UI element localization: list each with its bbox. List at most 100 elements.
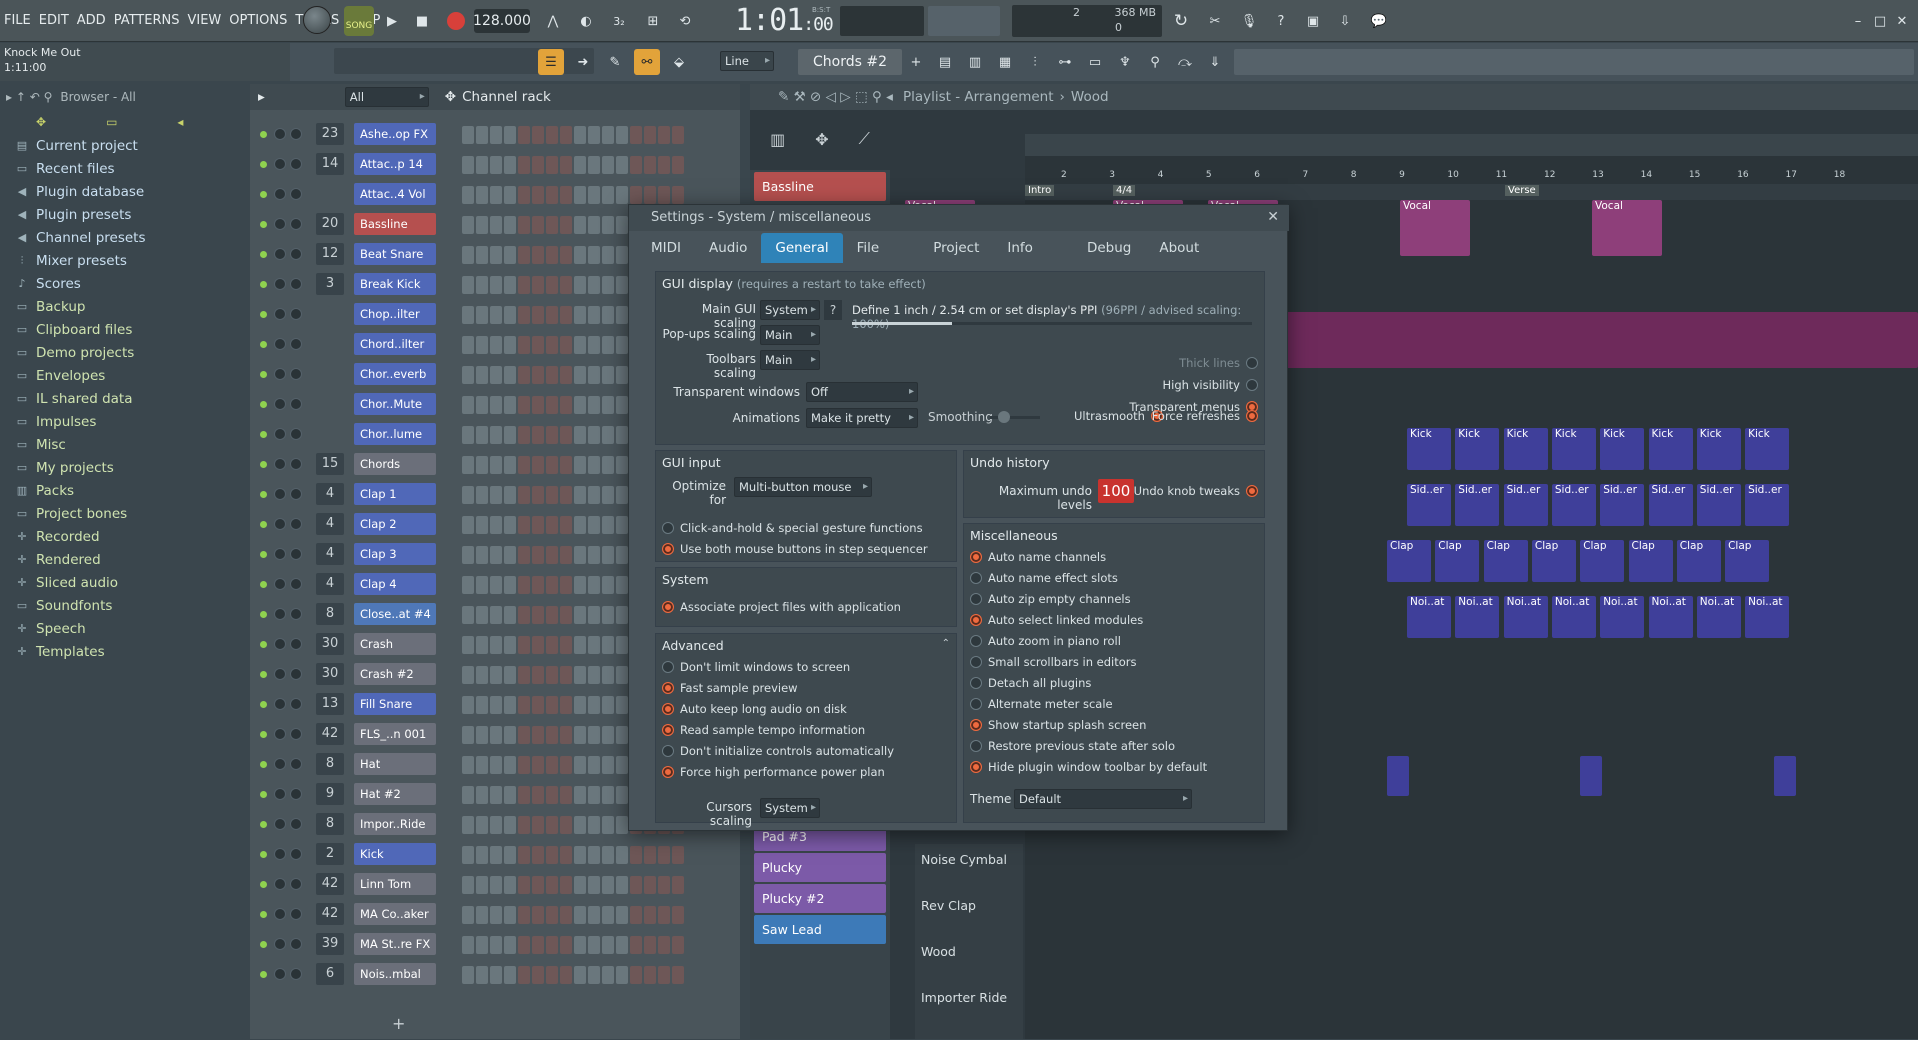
- step-button[interactable]: [546, 726, 558, 744]
- step-button[interactable]: [574, 936, 586, 954]
- thick-lines-radio[interactable]: [1246, 357, 1258, 369]
- step-button[interactable]: [462, 516, 474, 534]
- step-button[interactable]: [504, 876, 516, 894]
- step-button[interactable]: [616, 186, 628, 204]
- maximize-icon[interactable]: □: [1870, 8, 1890, 34]
- sidechain-clip[interactable]: Sid..er: [1407, 484, 1451, 526]
- pan-knob[interactable]: [274, 338, 286, 350]
- ultrasmooth-option[interactable]: Ultrasmooth: [1074, 409, 1163, 423]
- pan-knob[interactable]: [274, 668, 286, 680]
- step-button[interactable]: [462, 936, 474, 954]
- step-button[interactable]: [588, 786, 600, 804]
- step-button[interactable]: [518, 666, 530, 684]
- kick-clip[interactable]: Kick: [1696, 428, 1741, 470]
- volume-knob[interactable]: [290, 398, 302, 410]
- browser-item[interactable]: ♪ Scores: [0, 272, 240, 295]
- misc-radio[interactable]: [970, 551, 982, 563]
- step-button[interactable]: [532, 426, 544, 444]
- step-button[interactable]: [588, 276, 600, 294]
- channel-name-button[interactable]: Crash: [354, 633, 436, 655]
- pattern-item[interactable]: Saw Lead: [754, 915, 886, 944]
- mute-led[interactable]: [260, 461, 267, 468]
- mute-led[interactable]: [260, 521, 267, 528]
- browser-item[interactable]: ◀ Channel presets: [0, 226, 240, 249]
- step-button[interactable]: [532, 726, 544, 744]
- channel-name-button[interactable]: Clap 3: [354, 543, 436, 565]
- channel-name-button[interactable]: Break Kick: [354, 273, 436, 295]
- cut-icon[interactable]: ✂: [1202, 8, 1228, 34]
- step-button[interactable]: [476, 486, 488, 504]
- channel-name-button[interactable]: Crash #2: [354, 663, 436, 685]
- step-button[interactable]: [546, 456, 558, 474]
- step-button[interactable]: [532, 906, 544, 924]
- step-button[interactable]: [462, 966, 474, 984]
- channel-name-button[interactable]: Chor..everb: [354, 363, 436, 385]
- step-button[interactable]: [560, 366, 572, 384]
- step-button[interactable]: [602, 816, 614, 834]
- step-sequencer[interactable]: [462, 876, 732, 894]
- rack-swing-icon[interactable]: ✥: [445, 89, 456, 105]
- step-button[interactable]: [546, 516, 558, 534]
- mixer-track-number[interactable]: 4: [316, 483, 344, 505]
- step-button[interactable]: [574, 576, 586, 594]
- step-button[interactable]: [560, 726, 572, 744]
- step-button[interactable]: [672, 876, 684, 894]
- step-button[interactable]: [518, 576, 530, 594]
- volume-knob[interactable]: [290, 128, 302, 140]
- step-button[interactable]: [588, 846, 600, 864]
- menu-view[interactable]: VIEW: [183, 8, 225, 34]
- step-button[interactable]: [602, 666, 614, 684]
- optimize-for-select[interactable]: Multi-button mouse: [734, 477, 872, 497]
- step-button[interactable]: [462, 396, 474, 414]
- advanced-option[interactable]: Read sample tempo information: [662, 723, 865, 737]
- browser-item[interactable]: ✛ Templates: [0, 640, 240, 663]
- settings-tab-general[interactable]: General: [761, 233, 843, 263]
- download-icon[interactable]: ⇓: [1202, 49, 1228, 75]
- noise-clip[interactable]: Noi..at: [1600, 596, 1645, 638]
- step-button[interactable]: [476, 366, 488, 384]
- undo-knob-option[interactable]: Undo knob tweaks: [1134, 484, 1258, 498]
- volume-knob[interactable]: [290, 788, 302, 800]
- step-button[interactable]: [574, 186, 586, 204]
- menu-patterns[interactable]: PATTERNS: [110, 8, 184, 34]
- step-button[interactable]: [532, 516, 544, 534]
- volume-knob[interactable]: [290, 338, 302, 350]
- channel-name-button[interactable]: Chop..ilter: [354, 303, 436, 325]
- channel-name-button[interactable]: Attac..4 Vol: [354, 183, 436, 205]
- step-button[interactable]: [616, 336, 628, 354]
- volume-knob[interactable]: [290, 698, 302, 710]
- step-button[interactable]: [490, 396, 502, 414]
- step-button[interactable]: [532, 816, 544, 834]
- channel-name-button[interactable]: Close..at #4: [354, 603, 436, 625]
- step-button[interactable]: [616, 546, 628, 564]
- step-sequencer[interactable]: [462, 966, 732, 984]
- misc-radio[interactable]: [970, 614, 982, 626]
- misc-option[interactable]: Small scrollbars in editors: [970, 655, 1137, 669]
- step-button[interactable]: [602, 756, 614, 774]
- step-button[interactable]: [490, 126, 502, 144]
- mixer-track-number[interactable]: 4: [316, 573, 344, 595]
- pattern-move-icon[interactable]: ✥: [815, 130, 828, 149]
- step-button[interactable]: [462, 786, 474, 804]
- step-button[interactable]: [518, 786, 530, 804]
- step-button[interactable]: [644, 156, 656, 174]
- clap-clip[interactable]: Clap: [1676, 540, 1721, 582]
- browser-item[interactable]: ✛ Recorded: [0, 525, 240, 548]
- step-button[interactable]: [546, 216, 558, 234]
- settings-tab-info[interactable]: Info: [993, 233, 1047, 263]
- step-button[interactable]: [560, 606, 572, 624]
- step-button[interactable]: [462, 606, 474, 624]
- collapse-icon[interactable]: ⌃: [942, 638, 950, 649]
- browser-speaker-icon[interactable]: ◂: [177, 115, 183, 129]
- pan-knob[interactable]: [274, 728, 286, 740]
- channel-filter[interactable]: All: [344, 87, 429, 107]
- pan-knob[interactable]: [274, 218, 286, 230]
- step-button[interactable]: [504, 786, 516, 804]
- step-button[interactable]: [490, 756, 502, 774]
- misc-radio[interactable]: [970, 677, 982, 689]
- step-button[interactable]: [462, 816, 474, 834]
- step-button[interactable]: [532, 126, 544, 144]
- step-button[interactable]: [546, 636, 558, 654]
- step-button[interactable]: [658, 876, 670, 894]
- step-button[interactable]: [476, 666, 488, 684]
